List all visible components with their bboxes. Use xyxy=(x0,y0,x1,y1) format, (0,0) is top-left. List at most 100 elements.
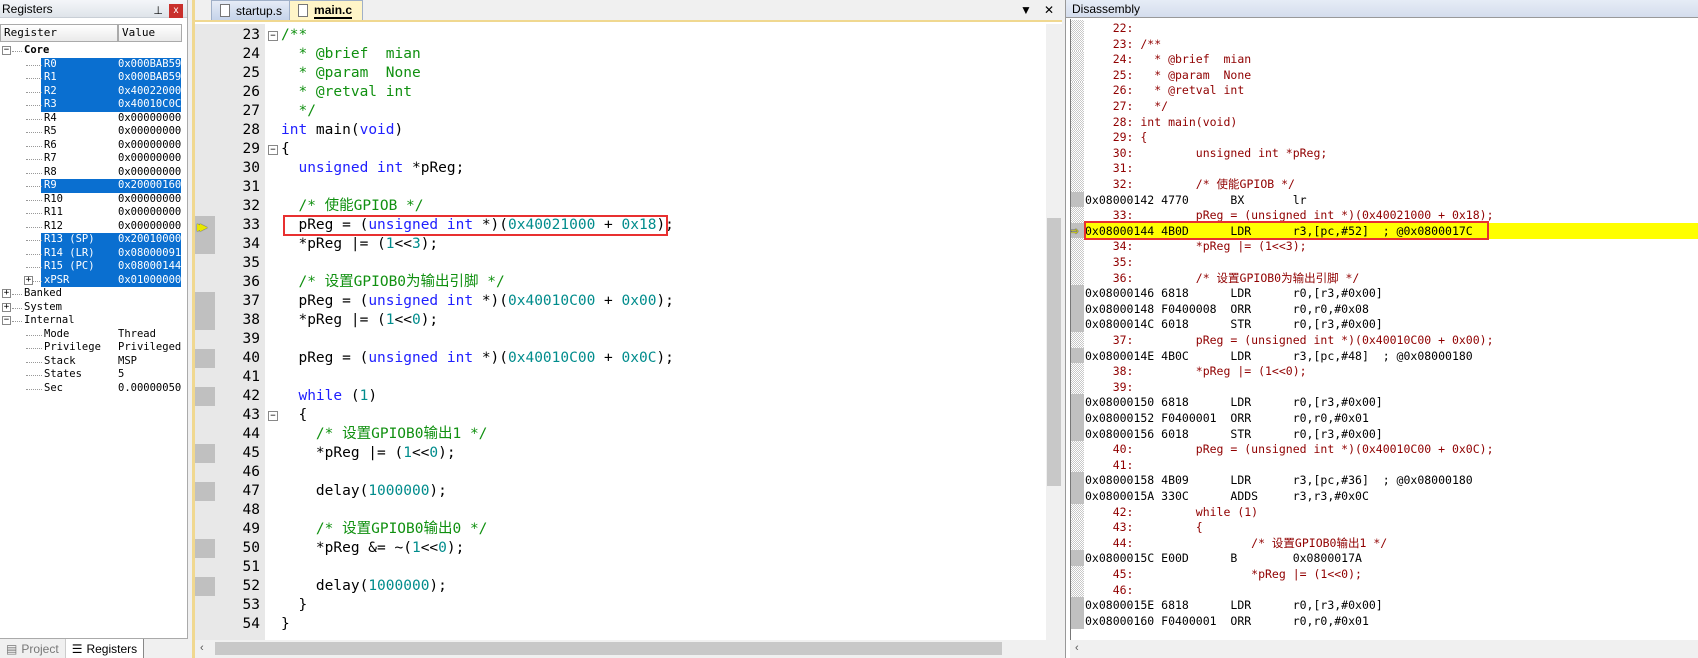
source-row[interactable]: 42: while (1) xyxy=(1071,503,1698,520)
asm-row[interactable]: 0x08000158 4B09 LDR r3,[pc,#36] ; @0x080… xyxy=(1071,472,1698,489)
source-row[interactable]: 46: xyxy=(1071,581,1698,598)
source-row[interactable]: 37: pReg = (unsigned int *)(0x40010C00 +… xyxy=(1071,332,1698,348)
register-row[interactable]: R6 0x00000000 xyxy=(0,139,182,153)
register-row[interactable]: + Banked xyxy=(0,287,182,301)
register-row[interactable]: R9 0x20000160 xyxy=(0,179,182,193)
source-row[interactable]: 36: /* 设置GPIOB0为输出引脚 */ xyxy=(1071,269,1698,286)
register-row[interactable]: R12 0x00000000 xyxy=(0,220,182,234)
register-name: xPSR xyxy=(44,273,70,287)
expand-icon[interactable]: + xyxy=(24,275,33,285)
gutter-marker xyxy=(1071,503,1084,520)
vertical-scrollbar[interactable] xyxy=(1046,24,1062,640)
register-row[interactable]: R0 0x000BAB59 xyxy=(0,57,182,71)
register-row[interactable]: R2 0x40022000 xyxy=(0,84,182,98)
horizontal-scrollbar[interactable]: ‹ xyxy=(195,640,1062,658)
close-icon[interactable]: x xyxy=(169,4,183,18)
register-row[interactable]: States 5 xyxy=(0,368,182,382)
source-row[interactable]: 40: pReg = (unsigned int *)(0x40010C00 +… xyxy=(1071,441,1698,458)
tab-main-c[interactable]: main.c xyxy=(289,0,364,20)
asm-row[interactable]: 0x08000146 6818 LDR r0,[r3,#0x00] xyxy=(1071,285,1698,302)
asm-row[interactable]: 0x0800015C E00D B 0x0800017A xyxy=(1071,550,1698,567)
expand-icon[interactable]: + xyxy=(2,302,11,312)
source-row[interactable]: 39: xyxy=(1071,378,1698,395)
column-register[interactable]: Register xyxy=(0,24,118,42)
code-token: << xyxy=(394,236,412,252)
dropdown-icon[interactable]: ▼ xyxy=(1020,3,1032,17)
register-row[interactable]: R10 0x00000000 xyxy=(0,193,182,207)
register-row[interactable]: R4 0x00000000 xyxy=(0,112,182,126)
tab-registers[interactable]: ☰ Registers xyxy=(64,639,145,658)
register-row[interactable]: R5 0x00000000 xyxy=(0,125,182,139)
source-row[interactable]: 29: { xyxy=(1071,129,1698,146)
asm-row[interactable]: 0x08000156 6018 STR r0,[r3,#0x00] xyxy=(1071,425,1698,442)
tab-startup-s[interactable]: startup.s xyxy=(211,0,294,20)
register-row[interactable]: + System xyxy=(0,301,182,315)
register-row[interactable]: + xPSR 0x01000000 xyxy=(0,273,182,287)
gutter-marker xyxy=(1071,456,1084,473)
scroll-thumb[interactable] xyxy=(1047,218,1061,486)
register-row[interactable]: R15 (PC) 0x08000144 xyxy=(0,260,182,274)
register-row[interactable]: R11 0x00000000 xyxy=(0,206,182,220)
register-row[interactable]: R3 0x40010C0C xyxy=(0,98,182,112)
source-row[interactable]: 24: * @brief mian xyxy=(1071,51,1698,68)
gutter-marker xyxy=(1071,160,1084,177)
register-row[interactable]: Mode Thread xyxy=(0,328,182,342)
column-value[interactable]: Value xyxy=(118,24,182,42)
asm-row[interactable]: 0x0800015E 6818 LDR r0,[r3,#0x00] xyxy=(1071,597,1698,614)
register-row[interactable]: R1 0x000BAB59 xyxy=(0,71,182,85)
asm-row[interactable]: ⇨ 0x08000144 4B0D LDR r3,[pc,#52] ; @0x08… xyxy=(1071,220,1698,240)
source-row[interactable]: 26: * @retval int xyxy=(1071,82,1698,99)
source-row[interactable]: 34: *pReg |= (1<<3); xyxy=(1071,238,1698,255)
tree-connector xyxy=(26,159,42,160)
collapse-icon[interactable]: − xyxy=(2,46,11,55)
close-icon[interactable]: ✕ xyxy=(1044,3,1054,17)
source-row[interactable]: 44: /* 设置GPIOB0输出1 */ xyxy=(1071,534,1698,551)
source-row[interactable]: 41: xyxy=(1071,456,1698,473)
asm-row[interactable]: 0x08000142 4770 BX lr xyxy=(1071,191,1698,208)
disassembly-listing[interactable]: 22: 23: /** 24: * @brief mian 25: * @par… xyxy=(1070,19,1698,640)
register-row[interactable]: Stack MSP xyxy=(0,355,182,369)
expand-icon[interactable]: + xyxy=(2,289,11,298)
register-row[interactable]: R14 (LR) 0x08000091 xyxy=(0,246,182,260)
tab-project[interactable]: ▤ Project xyxy=(0,639,65,658)
source-row[interactable]: 28: int main(void) xyxy=(1071,113,1698,130)
pin-icon[interactable]: ⊥ xyxy=(153,2,163,20)
register-row[interactable]: Sec 0.00000050 xyxy=(0,382,182,396)
register-row[interactable]: Privilege Privileged xyxy=(0,341,182,355)
tab-label: Project xyxy=(21,641,59,656)
scroll-left-icon[interactable]: ‹ xyxy=(200,642,204,654)
asm-row[interactable]: 0x0800014C 6018 STR r0,[r3,#0x00] xyxy=(1071,316,1698,333)
fold-icon[interactable]: − xyxy=(268,145,278,155)
scroll-left-icon[interactable]: ‹ xyxy=(1075,642,1079,654)
asm-row[interactable]: 0x08000152 F0400001 ORR r0,r0,#0x01 xyxy=(1071,410,1698,426)
asm-row[interactable]: 0x08000148 F0400008 ORR r0,r0,#0x08 xyxy=(1071,300,1698,317)
source-row[interactable]: 43: { xyxy=(1071,519,1698,536)
horizontal-scrollbar[interactable]: ‹ xyxy=(1070,640,1698,658)
register-row[interactable]: − Core xyxy=(0,44,182,58)
source-row[interactable]: 22: xyxy=(1071,20,1698,36)
register-value: 0x00000000 xyxy=(118,219,182,232)
asm-row[interactable]: 0x0800015A 330C ADDS r3,r3,#0x0C xyxy=(1071,488,1698,504)
asm-row[interactable]: 0x08000160 F0400001 ORR r0,r0,#0x01 xyxy=(1071,612,1698,629)
source-row[interactable]: 38: *pReg |= (1<<0); xyxy=(1071,363,1698,380)
source-row[interactable]: 35: xyxy=(1071,254,1698,270)
source-row[interactable]: 27: */ xyxy=(1071,98,1698,114)
source-row[interactable]: 45: *pReg |= (1<<0); xyxy=(1071,566,1698,582)
asm-row[interactable]: 0x08000150 6818 LDR r0,[r3,#0x00] xyxy=(1071,394,1698,411)
register-row[interactable]: − Internal xyxy=(0,314,182,328)
asm-row[interactable]: 0x0800014E 4B0C LDR r3,[pc,#48] ; @0x080… xyxy=(1071,347,1698,364)
register-row[interactable]: R7 0x00000000 xyxy=(0,152,182,166)
source-row[interactable]: 32: /* 使能GPIOB */ xyxy=(1071,176,1698,192)
register-row[interactable]: R13 (SP) 0x20010000 xyxy=(0,233,182,247)
code-area[interactable]: 23−/** 24 * @brief mian 25 * @param None 26… xyxy=(195,24,1046,640)
collapse-icon[interactable]: − xyxy=(2,316,11,325)
fold-icon[interactable]: − xyxy=(268,31,278,41)
fold-icon[interactable]: − xyxy=(268,411,278,421)
register-row[interactable]: R8 0x00000000 xyxy=(0,166,182,180)
source-row[interactable]: 30: unsigned int *pReg; xyxy=(1071,144,1698,161)
source-row[interactable]: 31: xyxy=(1071,160,1698,177)
source-row[interactable]: 25: * @param None xyxy=(1071,66,1698,83)
code-line: 32 /* 使能GPIOB */ xyxy=(195,197,1046,216)
scroll-thumb[interactable] xyxy=(215,642,1002,655)
source-row[interactable]: 23: /** xyxy=(1071,35,1698,52)
